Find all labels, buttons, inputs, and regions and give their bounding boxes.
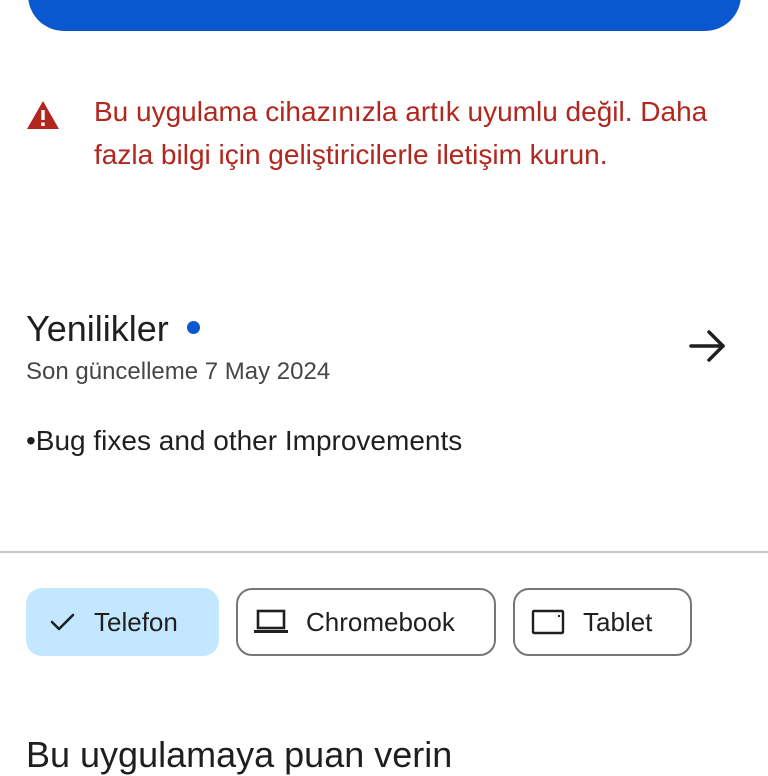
warning-triangle-icon [27,101,59,129]
rate-app-heading: Bu uygulamaya puan verin [26,734,453,775]
whats-new-title: Yenilikler [26,308,169,349]
chip-label: Telefon [94,606,178,637]
tablet-icon [531,609,565,635]
last-updated-text: Son güncelleme 7 May 2024 [26,358,331,385]
release-notes-text: •Bug fixes and other Improvements [26,425,463,456]
chip-telefon[interactable]: Telefon [26,588,219,656]
arrow-right-icon[interactable] [686,324,730,368]
chip-label: Tablet [583,606,653,637]
chip-label: Chromebook [306,606,455,637]
primary-action-button[interactable] [28,0,741,31]
chip-chromebook[interactable]: Chromebook [236,588,496,656]
new-indicator-dot [186,320,200,334]
chip-tablet[interactable]: Tablet [513,588,692,656]
laptop-icon [254,609,288,633]
section-divider [0,551,768,553]
whats-new-heading: Yenilikler [26,306,200,352]
whats-new-section[interactable]: Yenilikler Son güncelleme 7 May 2024 [26,306,746,396]
check-icon [50,613,75,631]
warning-message: Bu uygulama cihazınızla artık uyumlu değ… [94,96,708,170]
